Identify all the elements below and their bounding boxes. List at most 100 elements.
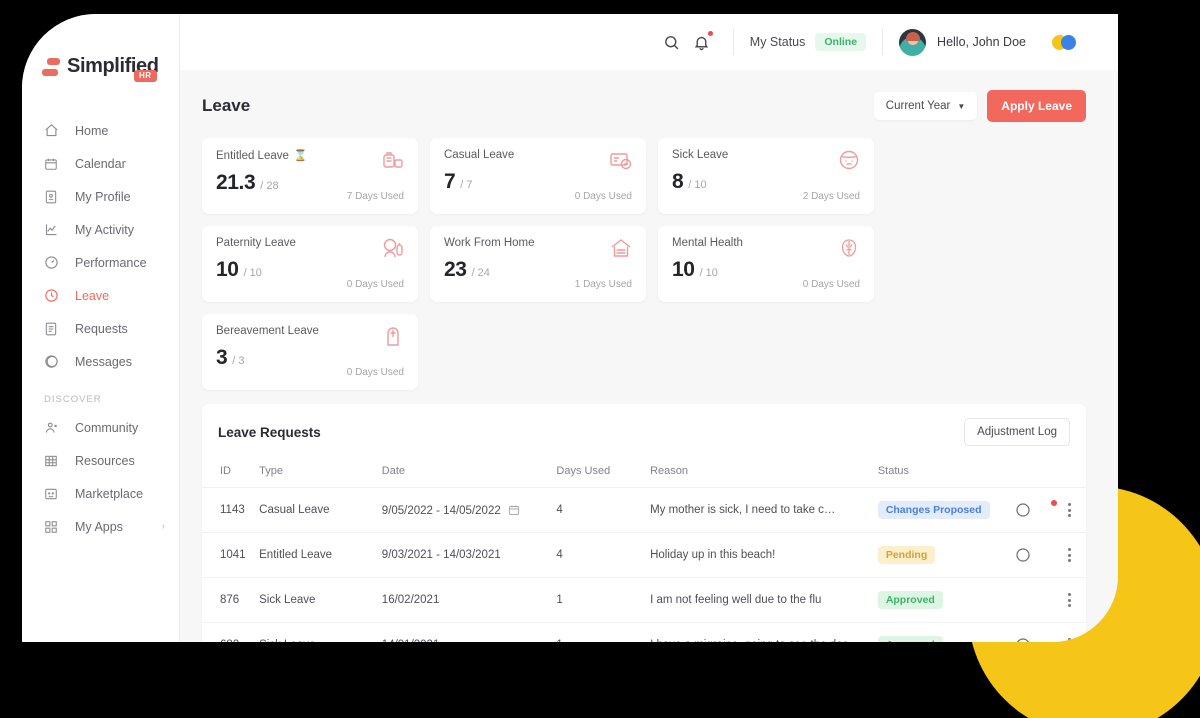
sidebar-item-requests[interactable]: Requests [22,312,179,345]
card-value: 21.3 [216,171,256,194]
table-row[interactable]: 682 Sick Leave 14/01/2021 1 I have a mig… [202,623,1086,642]
cell-reason: I am not feeling well due to the flu [650,577,878,623]
date-text: 9/05/2022 - 14/05/2022 [381,504,501,517]
sidebar-item-label: Performance [75,255,147,270]
cell-days: 1 [556,623,650,642]
card-total: / 7 [460,179,473,191]
cell-reason: Holiday up in this beach! [650,532,878,578]
activity-chart-icon [44,222,64,237]
leave-card-wfh[interactable]: Work From Home 23 / 24 1 Days Used [430,226,646,302]
sidebar-item-home[interactable]: Home [22,114,179,147]
cell-chat [1015,623,1054,642]
card-used-text: 0 Days Used [346,367,404,378]
main-area: My Status Online Hello, John Doe Leave C… [180,14,1118,642]
sidebar-item-my-profile[interactable]: My Profile [22,180,179,213]
sidebar-item-resources[interactable]: Resources [22,444,179,477]
cell-date: 9/03/2021 - 14/03/2021 [381,532,557,578]
card-title-row: Entitled Leave ⌛ [216,149,404,163]
cell-days: 4 [556,532,651,578]
card-used-text: 0 Days Used [802,279,860,290]
table-row[interactable]: 1143 Casual Leave 9/05/2022 - 14/05/2022… [202,487,1086,533]
chat-bubble-icon[interactable] [1015,547,1054,563]
sidebar-item-community[interactable]: Community [22,411,179,444]
chat-bubble-icon[interactable] [1015,637,1054,642]
leave-card-sick[interactable]: Sick Leave 8 / 10 2 Days Used [658,138,874,214]
page-title: Leave [202,96,251,115]
leave-card-bereavement[interactable]: Bereavement Leave 3 / 3 0 Days Used [202,314,418,390]
card-value: 10 [216,258,239,281]
sidebar: Simplified HR Home Calendar My Profile M… [22,14,180,642]
cell-date: 9/05/2022 - 14/05/2022 [381,487,557,533]
card-title: Entitled Leave [216,149,289,162]
card-title: Work From Home [444,237,535,249]
table-row[interactable]: 1041 Entitled Leave 9/03/2021 - 14/03/20… [202,532,1086,578]
chevron-down-icon: ▼ [957,101,966,111]
sidebar-item-label: Calendar [75,156,126,171]
sidebar-item-calendar[interactable]: Calendar [22,147,179,180]
logo-mark-icon [42,56,60,76]
calendar-icon[interactable] [508,504,520,516]
sidebar-item-performance[interactable]: Performance [22,246,179,279]
sidebar-item-label: Requests [75,321,128,336]
brand-logo[interactable]: Simplified HR [22,36,179,88]
divider [732,29,734,55]
card-total: / 10 [699,267,718,279]
leave-requests-panel: Leave Requests Adjustment Log ID Type Da… [202,404,1086,642]
sidebar-item-label: Leave [75,288,110,303]
sidebar-item-leave[interactable]: Leave [22,279,179,312]
sidebar-item-label: My Activity [75,222,135,237]
cell-days: 4 [556,487,651,533]
card-used-text: 0 Days Used [574,191,632,202]
search-icon[interactable] [657,27,687,57]
cell-menu [1053,532,1086,578]
year-filter-dropdown[interactable]: Current Year ▼ [873,92,978,120]
card-title: Paternity Leave [216,237,296,249]
sidebar-item-label: Community [75,420,139,435]
status-badge[interactable]: Online [815,33,867,51]
tombstone-icon [381,324,405,348]
card-value: 10 [672,258,695,281]
header-actions: Current Year ▼ Apply Leave [873,90,1086,122]
calendar-icon [44,157,64,171]
clock-icon [44,288,64,303]
card-title: Sick Leave [672,149,729,161]
bell-icon[interactable] [687,27,717,57]
sidebar-item-my-activity[interactable]: My Activity [22,213,179,246]
topbar: My Status Online Hello, John Doe [180,14,1118,70]
sidebar-item-marketplace[interactable]: Marketplace [22,477,179,510]
leave-card-paternity[interactable]: Paternity Leave 10 / 10 0 Days Used [202,226,418,302]
leave-card-casual[interactable]: Casual Leave 7 / 7 0 Days Used [430,138,646,214]
card-title: Casual Leave [444,149,515,161]
card-title: Bereavement Leave [216,325,319,337]
adjustment-log-button[interactable]: Adjustment Log [964,418,1070,446]
sidebar-item-messages[interactable]: Messages [22,345,179,378]
table-row[interactable]: 876 Sick Leave 16/02/2021 1 I am not fee… [202,577,1086,623]
sidebar-item-my-apps[interactable]: My Apps › [22,510,179,543]
row-more-menu-icon[interactable] [1054,503,1086,517]
cell-type: Entitled Leave [259,532,382,578]
apply-leave-button[interactable]: Apply Leave [987,90,1086,122]
leave-card-entitled[interactable]: Entitled Leave ⌛ 21.3 / 28 7 Days Used [202,138,418,214]
chat-bubble-icon[interactable] [1015,500,1057,518]
leave-card-mental-health[interactable]: Mental Health 10 / 10 0 Days Used [658,226,874,302]
card-total: / 10 [688,179,707,191]
cell-status: Pending [877,532,1016,578]
card-used-text: 7 Days Used [346,191,404,202]
sidebar-nav: Home Calendar My Profile My Activity Per… [22,114,179,543]
store-icon [44,487,64,501]
status-badge: Pending [877,546,936,564]
card-total: / 28 [260,180,279,192]
card-value: 23 [444,258,467,281]
cell-reason: My mother is sick, I need to take c… [650,487,878,533]
row-more-menu-icon[interactable] [1054,593,1086,607]
card-value: 7 [444,170,456,193]
document-icon [44,322,64,336]
card-title-row: Work From Home [444,237,632,249]
avatar[interactable] [899,28,927,56]
column-header-reason: Reason [650,459,878,488]
row-more-menu-icon[interactable] [1054,548,1086,562]
screen-root: Simplified HR Home Calendar My Profile M… [0,0,1200,718]
sidebar-section-discover: DISCOVER [44,394,102,405]
card-title-row: Paternity Leave [216,237,404,249]
app-window: Simplified HR Home Calendar My Profile M… [22,14,1118,642]
